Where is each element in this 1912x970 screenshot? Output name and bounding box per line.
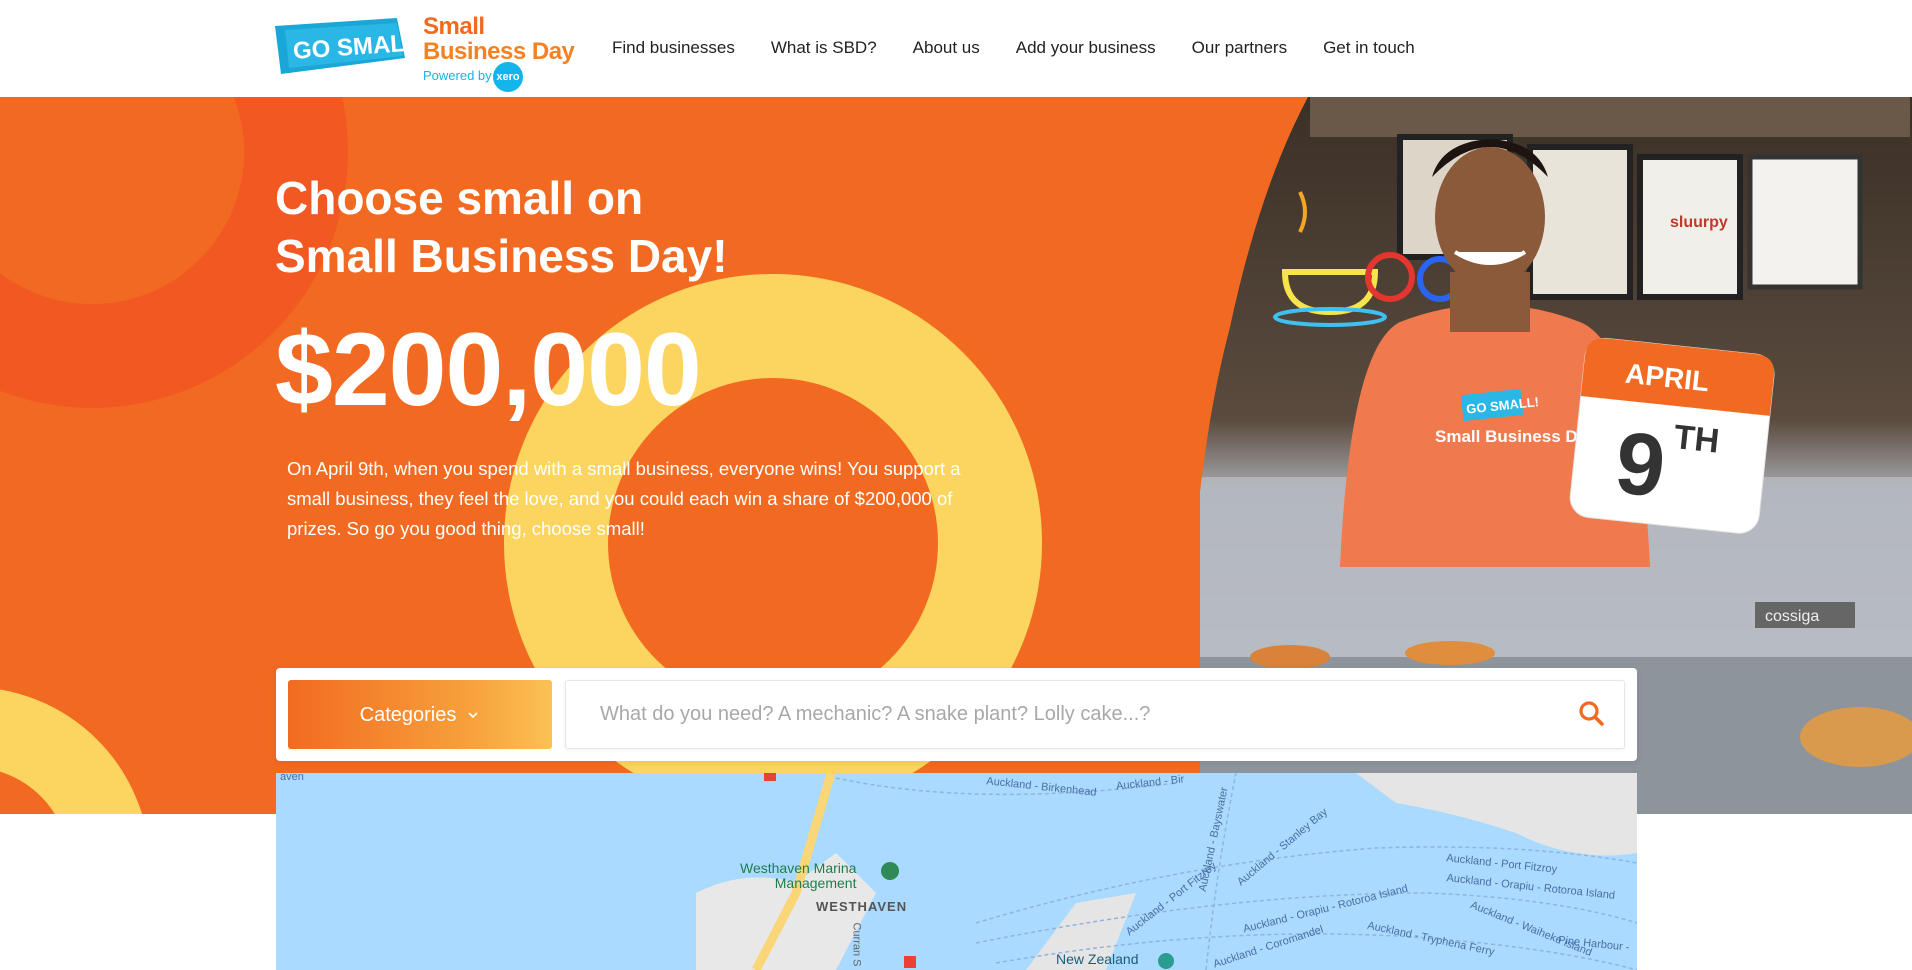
sign-slurpy: sluurpy <box>1670 214 1728 231</box>
xero-badge: xero <box>493 62 523 92</box>
site-logo[interactable]: GO SMALL! Small Business Day Powered by … <box>275 12 575 92</box>
map-label-westhaven-marina: Westhaven Marina Management <box>740 860 857 891</box>
shirt-text: Small Business Day <box>1435 427 1597 446</box>
hero-title-line2: Small Business Day! <box>275 230 728 282</box>
chevron-down-icon <box>468 711 478 718</box>
nav-about-us[interactable]: About us <box>913 37 980 59</box>
search-icon[interactable] <box>1576 698 1608 730</box>
map-label-westhaven: WESTHAVEN <box>816 899 908 914</box>
categories-label: Categories <box>359 703 457 726</box>
prize-amount: $200,000 <box>275 312 702 428</box>
go-small-flag-icon: GO SMALL! <box>275 18 411 74</box>
main-nav: Find businesses What is SBD? About us Ad… <box>612 37 1415 59</box>
search-bar: Categories <box>276 668 1637 761</box>
map-label-new-zealand: New Zealand <box>1056 951 1139 967</box>
nav-our-partners[interactable]: Our partners <box>1192 37 1287 59</box>
april-9th-calendar: APRIL 9 TH <box>1569 337 1775 534</box>
hero-description: On April 9th, when you spend with a smal… <box>287 458 961 539</box>
search-input[interactable] <box>565 680 1625 749</box>
nav-add-your-business[interactable]: Add your business <box>1016 37 1156 59</box>
logo-name-line1: Small <box>423 13 485 40</box>
nav-find-businesses[interactable]: Find businesses <box>612 37 735 59</box>
hero-title-line1: Choose small on <box>275 172 644 224</box>
site-header: GO SMALL! Small Business Day Powered by … <box>0 0 1912 97</box>
map-label-haven: aven <box>280 773 304 783</box>
powered-by-label: Powered by <box>423 68 492 83</box>
map-label-curran: Curran S <box>850 922 863 967</box>
sign-cossiga: cossiga <box>1765 608 1819 625</box>
hero-title: Choose small on Small Business Day! <box>275 169 835 285</box>
categories-dropdown[interactable]: Categories <box>288 680 552 749</box>
calendar-day: 9 <box>1611 412 1670 516</box>
calendar-suffix: TH <box>1672 418 1721 461</box>
nav-get-in-touch[interactable]: Get in touch <box>1323 37 1415 59</box>
business-map[interactable]: aven Auckland - Birkenhead Auckland - Bi… <box>276 773 1637 970</box>
logo-name-line2: Business Day <box>423 38 575 65</box>
nav-what-is-sbd[interactable]: What is SBD? <box>771 37 877 59</box>
